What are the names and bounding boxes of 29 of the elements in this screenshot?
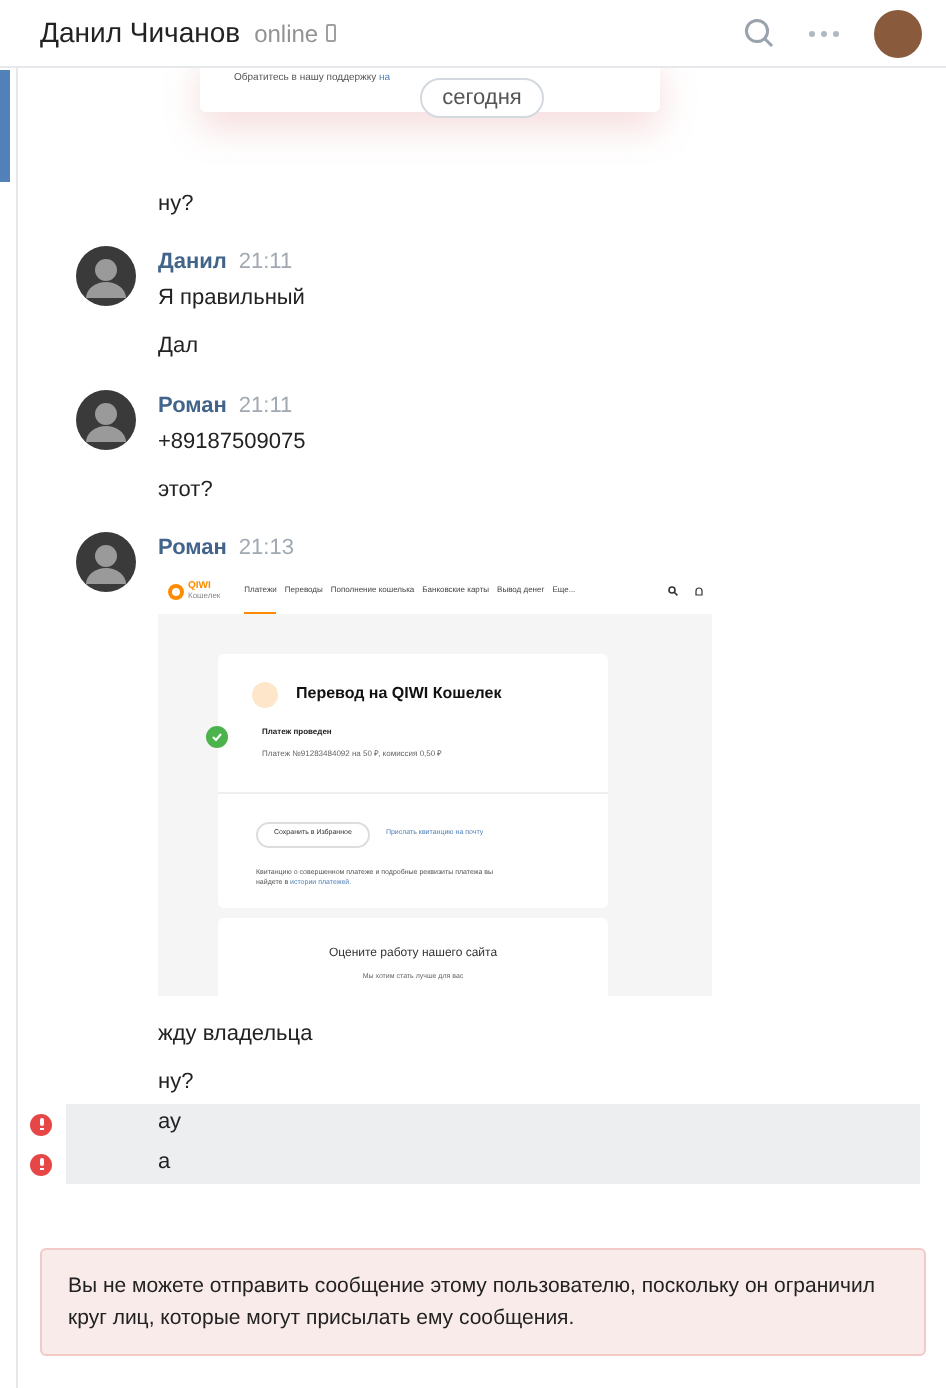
message-text: ау xyxy=(158,1108,181,1139)
avatar[interactable] xyxy=(874,9,922,57)
avatar[interactable] xyxy=(76,532,136,592)
error-icon[interactable] xyxy=(30,1113,52,1135)
contact-name[interactable]: Данил Чичанов xyxy=(40,12,241,54)
message-time: 21:11 xyxy=(238,391,293,421)
phone-icon xyxy=(326,24,337,42)
success-icon xyxy=(206,725,228,747)
author-name[interactable]: Данил xyxy=(158,246,227,279)
online-status: online xyxy=(254,17,319,51)
message-text: а xyxy=(158,1148,171,1179)
restriction-notice: Вы не можете отправить сообщение этому пользователю, поскольку он ограничил круг лиц, которые могут присылать ему сообщения. xyxy=(40,1247,926,1355)
author-name[interactable]: Роман xyxy=(158,389,227,422)
error-icon[interactable] xyxy=(30,1153,52,1175)
message-text: Дал xyxy=(158,332,198,363)
message-text: ну? xyxy=(158,189,194,220)
message-text: Я правильный xyxy=(158,284,305,315)
message-time: 21:11 xyxy=(238,248,293,278)
message-text: ну? xyxy=(158,1068,194,1099)
bell-icon[interactable] xyxy=(694,585,704,597)
message-text: этот? xyxy=(158,475,213,506)
avatar[interactable] xyxy=(76,389,136,449)
search-icon[interactable] xyxy=(668,586,678,596)
message-time: 21:13 xyxy=(238,534,294,564)
message-text: жду владельца xyxy=(158,1020,313,1051)
avatar[interactable] xyxy=(76,246,136,306)
payment-title: Перевод на QIWI Кошелек xyxy=(296,682,502,706)
author-name[interactable]: Роман xyxy=(158,532,227,565)
message-text: +89187509075 xyxy=(158,427,306,458)
